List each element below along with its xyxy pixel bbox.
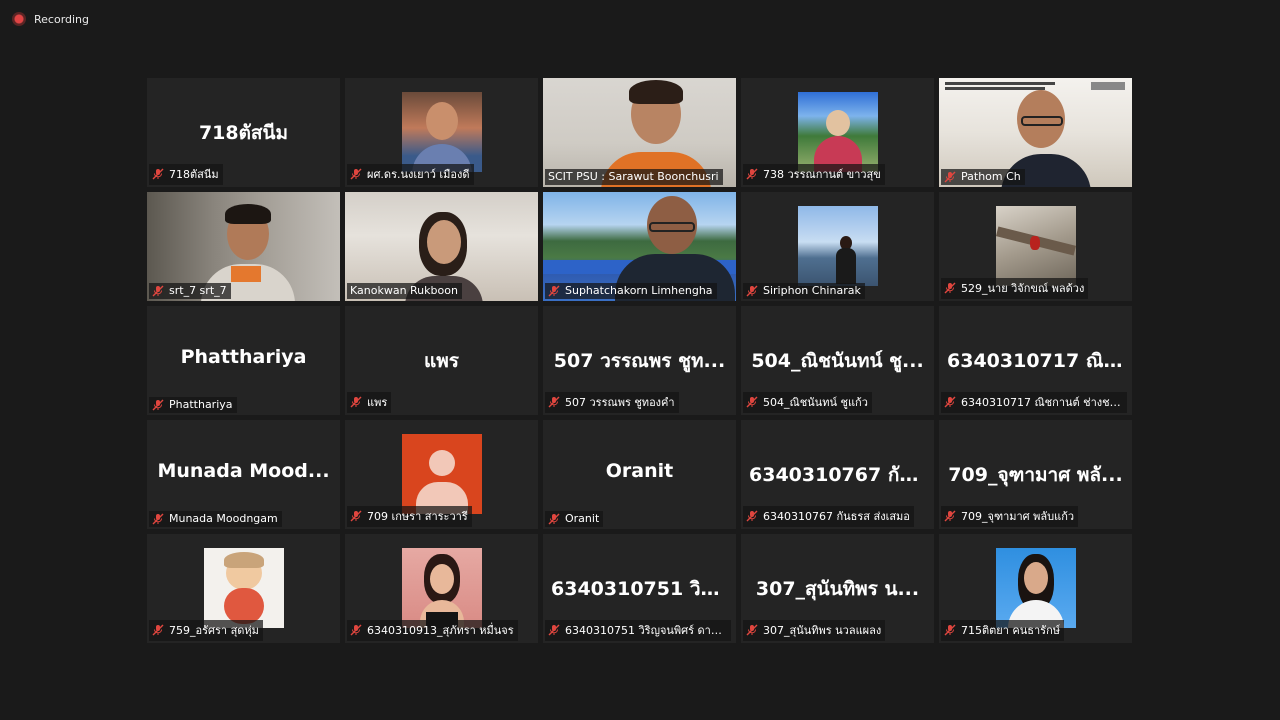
default-user-avatar-icon <box>401 434 482 514</box>
participant-tile[interactable]: 715ติตยา คนธารักษ์ <box>939 534 1132 643</box>
participant-name-label: SCIT PSU : Sarawut Boonchusri <box>545 169 723 185</box>
participant-tile[interactable]: Oranit Oranit <box>543 420 736 529</box>
participant-big-name: 507 วรรณพร ชูท... <box>553 350 726 372</box>
participant-big-name: 709_จุฑามาศ พลั... <box>948 464 1123 486</box>
participant-name-label: 6340310913_สุภัทรา หมื่นจร <box>347 620 518 641</box>
participant-name-label: 307_สุนันทิพร นวลแผลง <box>743 620 886 641</box>
muted-mic-icon <box>944 624 956 636</box>
muted-mic-icon <box>944 171 956 182</box>
muted-mic-icon <box>746 396 758 408</box>
participant-tile[interactable]: Suphatchakorn Limhengha <box>543 192 736 301</box>
participant-tile[interactable]: Munada Mood... Munada Moodngam <box>147 420 340 529</box>
muted-mic-icon <box>548 396 560 408</box>
participant-tile[interactable]: 6340310717 ณิ... 6340310717 ณิชกานต์ ช่า… <box>939 306 1132 415</box>
participant-name-label: ผศ.ดร.นงเยาว์ เมืองดี <box>347 164 474 185</box>
zoom-gallery-view: Recording 718ตัสนีม 718ตัสนีม ผศ.ดร.นงเย… <box>0 0 1280 720</box>
participant-photo <box>797 206 878 286</box>
muted-mic-icon <box>350 168 362 180</box>
muted-mic-icon <box>944 510 956 522</box>
participant-tile[interactable]: 6340310751 วิวั... 6340310751 วิริญจนพิศ… <box>543 534 736 643</box>
participant-tile[interactable]: แพร แพร <box>345 306 538 415</box>
muted-mic-icon <box>746 510 758 522</box>
participant-big-name: Phatthariya <box>180 346 307 368</box>
participant-name-label: Suphatchakorn Limhengha <box>545 283 717 299</box>
participant-tile[interactable]: ผศ.ดร.นงเยาว์ เมืองดี <box>345 78 538 187</box>
participant-photo <box>401 92 482 172</box>
participant-big-name: 6340310751 วิวั... <box>551 578 728 600</box>
participant-name-label: Munada Moodngam <box>149 511 282 527</box>
participant-tile[interactable]: 529_นาย วิจักขณ์ พลด้วง <box>939 192 1132 301</box>
record-icon <box>12 12 26 26</box>
muted-mic-icon <box>746 168 758 180</box>
participant-big-name: 718ตัสนีม <box>198 122 289 144</box>
muted-mic-icon <box>350 510 362 522</box>
participant-photo <box>203 548 284 628</box>
participant-name-label: 715ติตยา คนธารักษ์ <box>941 620 1064 641</box>
muted-mic-icon <box>548 513 560 524</box>
participant-tile[interactable]: srt_7 srt_7 <box>147 192 340 301</box>
muted-mic-icon <box>548 285 560 296</box>
participant-name-label: 6340310751 วิริญจนพิศร์ ดาระ... <box>545 620 731 641</box>
participant-name-label: 529_นาย วิจักขณ์ พลด้วง <box>941 278 1089 299</box>
participant-name-label: Pathom Ch <box>941 169 1025 185</box>
participant-tile[interactable]: Phatthariya Phatthariya <box>147 306 340 415</box>
participant-tile[interactable]: 6340310913_สุภัทรา หมื่นจร <box>345 534 538 643</box>
muted-mic-icon <box>548 624 560 636</box>
participant-tile[interactable]: 307_สุนันทิพร น... 307_สุนันทิพร นวลแผลง <box>741 534 934 643</box>
participant-grid: 718ตัสนีม 718ตัสนีม ผศ.ดร.นงเยาว์ เมืองด… <box>147 78 1132 643</box>
participant-name-label: Oranit <box>545 511 604 527</box>
participant-name-label: 709_จุฑามาศ พลับแก้ว <box>941 506 1079 527</box>
participant-name-label: 504_ณิชนันทน์ ชูแก้ว <box>743 392 872 413</box>
participant-photo <box>401 548 482 628</box>
participant-big-name: 504_ณิชนันทน์ ชู... <box>751 350 924 372</box>
recording-label: Recording <box>34 12 90 26</box>
participant-tile[interactable]: Pathom Ch <box>939 78 1132 187</box>
participant-photo <box>995 548 1076 628</box>
participant-tile[interactable]: 504_ณิชนันทน์ ชู... 504_ณิชนันทน์ ชูแก้ว <box>741 306 934 415</box>
muted-mic-icon <box>152 399 164 410</box>
participant-tile[interactable]: 709_จุฑามาศ พลั... 709_จุฑามาศ พลับแก้ว <box>939 420 1132 529</box>
participant-photo <box>797 92 878 172</box>
participant-tile[interactable]: Siriphon Chinarak <box>741 192 934 301</box>
participant-name-label: 709 เกษรา สาระวารี <box>347 506 472 527</box>
participant-name-label: Siriphon Chinarak <box>743 283 865 299</box>
participant-tile[interactable]: 738 วรรณกานต์ ขาวสุข <box>741 78 934 187</box>
participant-name-label: 507 วรรณพร ชูทองคำ <box>545 392 679 413</box>
participant-big-name: Munada Mood... <box>157 460 330 482</box>
participant-big-name: 307_สุนันทิพร น... <box>755 578 920 600</box>
participant-name-label: 6340310767 กันธรส ส่งเสมอ <box>743 506 914 527</box>
participant-big-name: แพร <box>424 350 459 372</box>
muted-mic-icon <box>152 624 164 636</box>
participant-tile[interactable]: SCIT PSU : Sarawut Boonchusri <box>543 78 736 187</box>
participant-tile[interactable]: 759_อรัศรา สุดหุ่ม <box>147 534 340 643</box>
participant-photo <box>995 206 1076 286</box>
participant-tile[interactable]: 507 วรรณพร ชูท... 507 วรรณพร ชูทองคำ <box>543 306 736 415</box>
participant-name-label: 759_อรัศรา สุดหุ่ม <box>149 620 263 641</box>
participant-big-name: Oranit <box>605 460 674 482</box>
participant-name-label: Kanokwan Rukboon <box>347 283 462 299</box>
participant-name-label: แพร <box>347 392 392 413</box>
muted-mic-icon <box>944 282 956 294</box>
recording-indicator[interactable]: Recording <box>12 12 89 26</box>
participant-tile[interactable]: 718ตัสนีม 718ตัสนีม <box>147 78 340 187</box>
muted-mic-icon <box>152 513 164 524</box>
muted-mic-icon <box>944 396 956 408</box>
muted-mic-icon <box>746 285 758 296</box>
participant-tile-active-speaker[interactable]: Kanokwan Rukboon <box>345 192 538 301</box>
participant-name-label: 738 วรรณกานต์ ขาวสุข <box>743 164 885 185</box>
participant-name-label: 6340310717 ณิชกานต์ ช่างชนะ <box>941 392 1127 413</box>
muted-mic-icon <box>152 168 164 180</box>
participant-tile[interactable]: 709 เกษรา สาระวารี <box>345 420 538 529</box>
muted-mic-icon <box>350 624 362 636</box>
muted-mic-icon <box>746 624 758 636</box>
participant-tile[interactable]: 6340310767 กัน... 6340310767 กันธรส ส่งเ… <box>741 420 934 529</box>
participant-name-label: Phatthariya <box>149 397 237 413</box>
participant-big-name: 6340310767 กัน... <box>749 464 926 486</box>
participant-big-name: 6340310717 ณิ... <box>947 350 1124 372</box>
muted-mic-icon <box>350 396 362 408</box>
participant-name-label: srt_7 srt_7 <box>149 283 231 299</box>
muted-mic-icon <box>152 285 164 296</box>
participant-name-label: 718ตัสนีม <box>149 164 223 185</box>
